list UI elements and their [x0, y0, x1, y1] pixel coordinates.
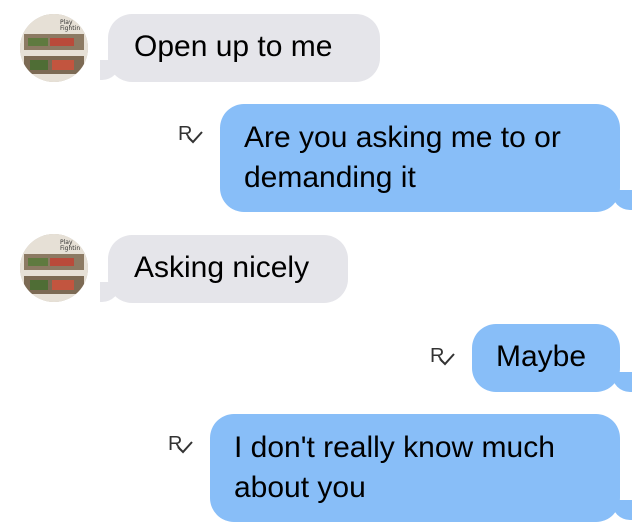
message-text: I don't really know much about you: [234, 431, 555, 504]
incoming-message-bubble[interactable]: Open up to me: [108, 14, 380, 82]
contact-avatar-icon[interactable]: Play Fightin: [20, 14, 88, 82]
message-text: Are you asking me to or demanding it: [244, 121, 561, 194]
read-receipt-icon: R: [178, 124, 204, 152]
message-text: Maybe: [496, 340, 587, 373]
contact-avatar-icon[interactable]: Play Fightin: [20, 234, 88, 302]
message-thread: Play Fightin Open up to me R Are you ask…: [0, 0, 640, 529]
read-receipt-icon: R: [168, 434, 194, 462]
avatar-caption-2: Fightin: [60, 245, 80, 252]
outgoing-message-bubble[interactable]: I don't really know much about you: [210, 414, 620, 522]
incoming-message-bubble[interactable]: Asking nicely: [108, 235, 348, 303]
read-receipt-icon: R: [430, 346, 456, 374]
outgoing-message-bubble[interactable]: Are you asking me to or demanding it: [220, 104, 620, 212]
avatar-caption-2: Fightin: [60, 25, 80, 32]
outgoing-message-bubble[interactable]: Maybe: [472, 324, 620, 392]
message-text: Asking nicely: [134, 251, 310, 284]
message-text: Open up to me: [134, 30, 333, 63]
